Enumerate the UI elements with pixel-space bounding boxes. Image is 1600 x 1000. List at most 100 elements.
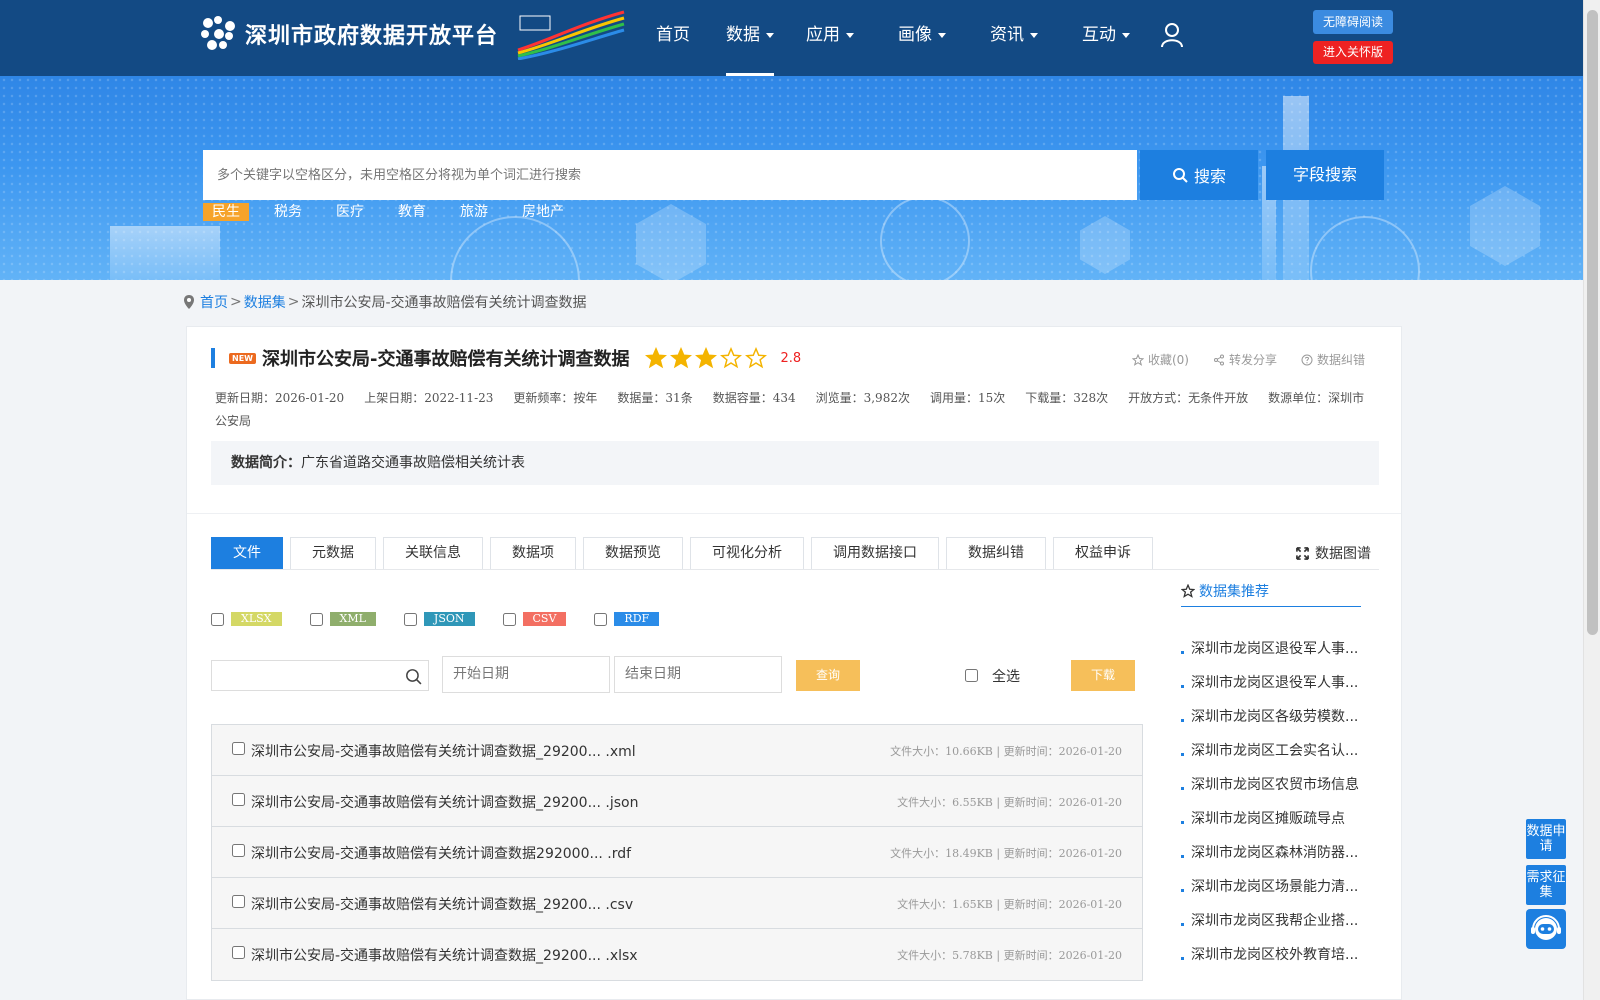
query-button[interactable]: 查询	[796, 660, 860, 691]
meta-item: 数据量：31条	[617, 391, 693, 405]
format-checkbox[interactable]	[403, 612, 417, 626]
bullet-dot	[1181, 820, 1184, 824]
download-button[interactable]: 下载	[1071, 660, 1135, 691]
recommend-item[interactable]: 深圳市龙岗区各级劳模数...	[1181, 699, 1361, 733]
recommend-item[interactable]: 深圳市龙岗区农贸市场信息	[1181, 767, 1361, 801]
hot-tag[interactable]: 民生	[203, 203, 249, 221]
format-filter[interactable]: RDF	[594, 612, 660, 626]
demand-collect-float-button[interactable]: 需求征集	[1526, 865, 1566, 905]
care-mode-button[interactable]: 进入关怀版	[1313, 41, 1393, 64]
recommend-item[interactable]: 深圳市龙岗区我帮企业搭...	[1181, 903, 1361, 937]
file-checkbox[interactable]	[232, 895, 245, 908]
hot-tag[interactable]: 房地产	[513, 203, 573, 221]
nav-item[interactable]: 数据	[710, 0, 790, 76]
favorite-button[interactable]: 收藏(0)	[1131, 351, 1189, 368]
breadcrumb-datasets[interactable]: 数据集	[244, 292, 286, 312]
hot-tag[interactable]: 税务	[265, 203, 311, 221]
file-info-separator: |	[992, 898, 1004, 911]
tab[interactable]: 调用数据接口	[811, 537, 939, 570]
format-filter[interactable]: CSV	[502, 612, 567, 626]
data-graph-link[interactable]: 数据图谱	[1296, 543, 1371, 563]
file-updated: 更新时间：2026-01-20	[1003, 847, 1122, 860]
format-label: XLSX	[231, 612, 282, 626]
format-checkbox[interactable]	[309, 612, 323, 626]
file-info-separator: |	[992, 745, 1004, 758]
search-button[interactable]: 搜索	[1140, 150, 1258, 200]
tab[interactable]: 可视化分析	[690, 537, 804, 570]
format-filter[interactable]: XLSX	[211, 612, 282, 626]
file-name[interactable]: 深圳市公安局-交通事故赔偿有关统计调查数据_29200... .xml	[251, 741, 636, 761]
file-keyword-input[interactable]	[211, 660, 429, 691]
search-input[interactable]	[203, 150, 1137, 200]
search-icon	[1172, 168, 1188, 183]
share-button[interactable]: 转发分享	[1213, 351, 1277, 368]
tab[interactable]: 权益申诉	[1053, 537, 1153, 570]
select-all[interactable]: 全选	[965, 660, 1020, 691]
nav-item[interactable]: 互动	[1066, 0, 1158, 76]
user-icon[interactable]	[1160, 22, 1184, 48]
site-logo[interactable]: 深圳市政府数据开放平台	[201, 16, 498, 50]
recommend-item[interactable]: 深圳市龙岗区工会实名认...	[1181, 733, 1361, 767]
end-date-input[interactable]: 结束日期	[614, 656, 782, 693]
file-checkbox[interactable]	[232, 844, 245, 857]
breadcrumb-separator: >	[287, 294, 300, 310]
file-name[interactable]: 深圳市公安局-交通事故赔偿有关统计调查数据_29200... .xlsx	[251, 945, 638, 965]
logo-mark-icon	[201, 16, 235, 50]
report-error-label: 数据纠错	[1316, 353, 1365, 367]
file-name[interactable]: 深圳市公安局-交通事故赔偿有关统计调查数据292000... .rdf	[251, 843, 631, 863]
tab[interactable]: 数据预览	[583, 537, 683, 570]
tab[interactable]: 关联信息	[383, 537, 483, 570]
format-filter[interactable]: XML	[309, 612, 376, 626]
search-icon[interactable]	[405, 668, 422, 685]
recommend-item[interactable]: 深圳市龙岗区森林消防器...	[1181, 835, 1361, 869]
tab[interactable]: 文件	[211, 537, 283, 570]
recommend-item[interactable]: 深圳市龙岗区退役军人事...	[1181, 665, 1361, 699]
select-all-checkbox[interactable]	[965, 669, 978, 682]
scrollbar-thumb[interactable]	[1587, 10, 1598, 635]
tab[interactable]: 元数据	[290, 537, 376, 570]
meta-item: 上架日期：2022-11-23	[364, 391, 494, 405]
rating-star-icon	[720, 347, 743, 369]
customer-service-robot-icon[interactable]	[1526, 909, 1566, 949]
file-updated: 更新时间：2026-01-20	[1003, 949, 1122, 962]
breadcrumb-home[interactable]: 首页	[200, 292, 228, 312]
format-checkbox[interactable]	[594, 612, 608, 626]
nav-item[interactable]: 画像	[882, 0, 974, 76]
file-name[interactable]: 深圳市公安局-交通事故赔偿有关统计调查数据_29200... .json	[251, 792, 638, 812]
file-size: 文件大小：10.66KB	[890, 745, 993, 758]
page-scrollbar[interactable]	[1583, 0, 1600, 1000]
file-checkbox[interactable]	[232, 742, 245, 755]
nav-item[interactable]: 首页	[640, 0, 706, 76]
format-filter[interactable]: JSON	[403, 612, 475, 626]
tab[interactable]: 数据纠错	[946, 537, 1046, 570]
hot-tag[interactable]: 教育	[389, 203, 435, 221]
format-checkbox[interactable]	[502, 612, 516, 626]
file-name[interactable]: 深圳市公安局-交通事故赔偿有关统计调查数据_29200... .csv	[251, 894, 633, 914]
report-error-button[interactable]: 数据纠错	[1301, 351, 1365, 368]
meta-item: 调用量：15次	[929, 391, 1006, 405]
tab-underline	[211, 569, 1379, 570]
select-all-label: 全选	[992, 668, 1020, 685]
search-banner: 搜索 字段搜索 民生税务医疗教育旅游房地产	[0, 76, 1583, 280]
nav-item[interactable]: 资讯	[974, 0, 1066, 76]
field-search-button[interactable]: 字段搜索	[1266, 150, 1384, 200]
nav-item[interactable]: 应用	[790, 0, 882, 76]
accessible-reading-button[interactable]: 无障碍阅读	[1313, 10, 1393, 34]
recommend-item[interactable]: 深圳市龙岗区校外教育培...	[1181, 937, 1361, 971]
recommend-item[interactable]: 深圳市龙岗区摊贩疏导点	[1181, 801, 1361, 835]
intro-label: 数据简介：	[231, 455, 301, 471]
data-apply-float-button[interactable]: 数据申请	[1526, 819, 1566, 859]
file-checkbox[interactable]	[232, 946, 245, 959]
tab[interactable]: 数据项	[490, 537, 576, 570]
format-checkbox[interactable]	[211, 612, 224, 626]
search-button-label: 搜索	[1193, 167, 1226, 186]
file-updated: 更新时间：2026-01-20	[1003, 898, 1122, 911]
hot-tag[interactable]: 旅游	[451, 203, 497, 221]
recommend-item[interactable]: 深圳市龙岗区场景能力清...	[1181, 869, 1361, 903]
file-checkbox[interactable]	[232, 793, 245, 806]
start-date-input[interactable]: 开始日期	[442, 656, 610, 693]
hot-tag[interactable]: 医疗	[327, 203, 373, 221]
recommend-item[interactable]: 深圳市龙岗区退役军人事...	[1181, 631, 1361, 665]
breadcrumb: 首页 > 数据集 > 深圳市公安局-交通事故赔偿有关统计调查数据	[184, 292, 587, 312]
bullet-dot	[1181, 718, 1184, 722]
